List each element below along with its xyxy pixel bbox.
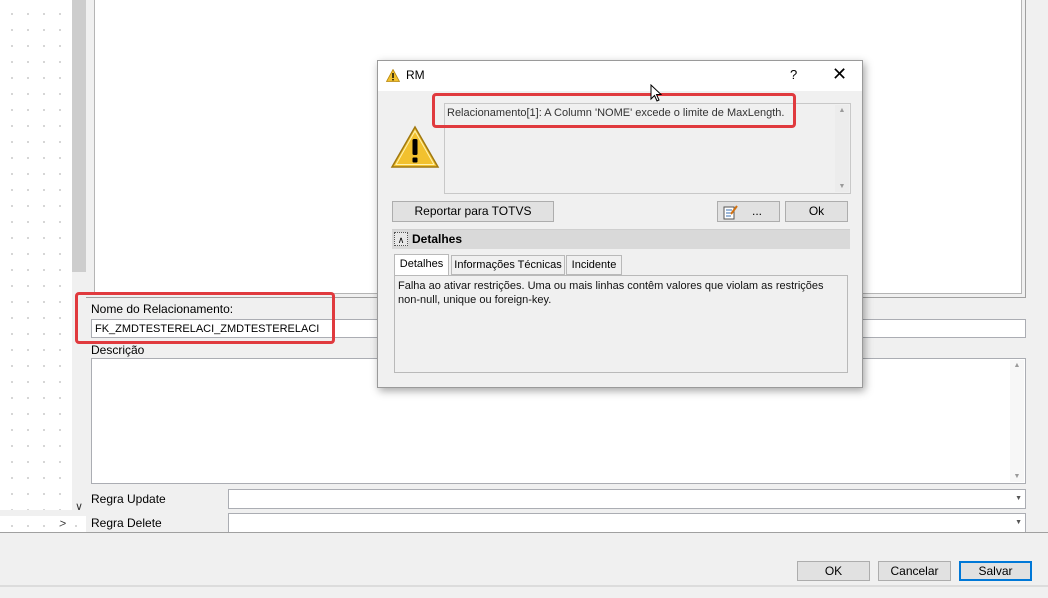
details-header[interactable]: ∧ Detalhes [392,229,850,249]
highlight-box-relationship [75,292,335,344]
tab-incidente[interactable]: Incidente [566,255,622,275]
dialog-title: RM [406,68,425,82]
help-button[interactable]: ? [790,67,797,82]
highlight-box-message [432,93,796,128]
dialog-ok-button[interactable]: Ok [785,201,848,222]
tab-informacoes-tecnicas[interactable]: Informações Técnicas [451,255,565,275]
dialog-titlebar[interactable]: RM ? ✕ [378,61,862,91]
details-text: Falha ao ativar restrições. Uma ou mais … [398,280,824,306]
footer-bottom-rule [0,585,1048,587]
cancel-button[interactable]: Cancelar [878,561,951,581]
details-header-label: Detalhes [412,232,463,246]
message-scrollbar[interactable]: ▲ ▼ [835,105,849,192]
chevron-right-icon[interactable]: > [56,516,70,532]
delete-rule-select[interactable]: ▼ [228,513,1026,533]
error-dialog: RM ? ✕ Relacionamento[1]: A Column 'NOME… [377,60,863,388]
warning-icon [386,69,400,82]
details-tabs: Detalhes Informações Técnicas Incidente [394,254,848,277]
horizontal-scroll-area[interactable] [0,516,86,532]
notepad-icon [723,205,738,220]
vertical-scrollbar-thumb[interactable] [72,0,86,272]
scroll-up-icon[interactable]: ▲ [835,107,849,114]
scroll-up-icon[interactable]: ▲ [1010,362,1024,369]
scroll-down-icon[interactable]: ▼ [835,183,849,190]
more-button[interactable]: ... [717,201,780,222]
scroll-down-icon[interactable]: ▼ [1010,473,1024,480]
delete-rule-label: Regra Delete [91,516,162,530]
warning-icon [390,125,440,168]
ok-button[interactable]: OK [797,561,870,581]
chevron-up-icon[interactable]: ∧ [394,232,408,246]
tab-detalhes[interactable]: Detalhes [394,254,449,276]
chevron-down-icon[interactable]: ∨ [72,500,86,514]
description-label: Descrição [91,343,145,357]
details-tab-panel: Falha ao ativar restrições. Uma ou mais … [394,275,848,373]
dropdown-arrow-icon[interactable]: ▼ [1015,519,1022,526]
save-button[interactable]: Salvar [959,561,1032,581]
update-rule-label: Regra Update [91,492,166,506]
description-scrollbar[interactable]: ▲ ▼ [1010,360,1024,482]
report-totvs-button[interactable]: Reportar para TOTVS [392,201,554,222]
dropdown-arrow-icon[interactable]: ▼ [1015,495,1022,502]
close-icon[interactable]: ✕ [832,64,847,85]
mouse-cursor-icon [650,84,663,102]
designer-canvas[interactable] [0,0,72,510]
update-rule-select[interactable]: ▼ [228,489,1026,509]
more-button-label: ... [752,204,763,218]
